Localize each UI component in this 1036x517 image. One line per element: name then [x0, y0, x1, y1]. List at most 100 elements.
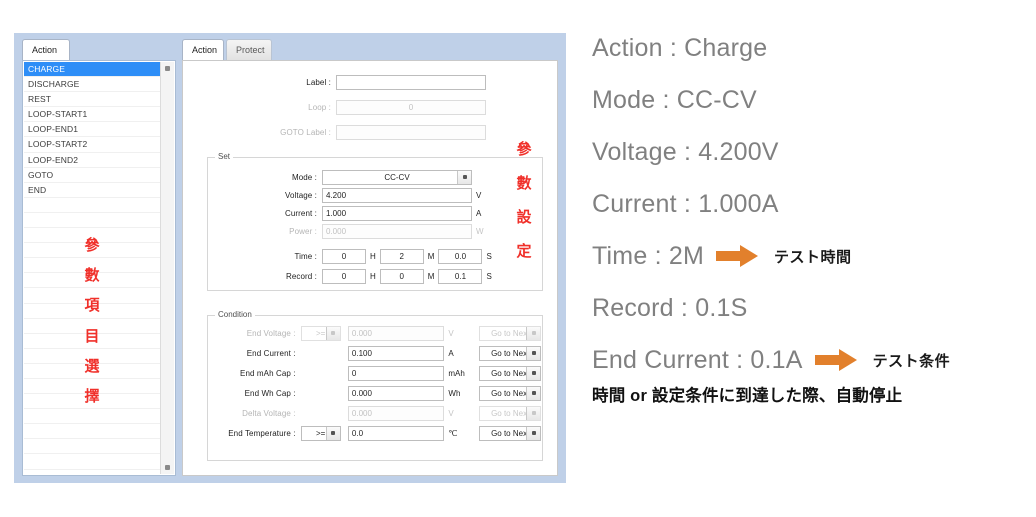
condition-action-dropdown[interactable]: Go to Next — [479, 325, 541, 341]
condition-value-input[interactable]: 0.000 — [347, 405, 445, 421]
label-input[interactable] — [336, 74, 486, 90]
left-tabstrip: Action — [22, 39, 176, 60]
field-row-label: Label : — [243, 74, 553, 90]
list-item[interactable] — [24, 379, 160, 395]
condition-action-dropdown[interactable]: Go to Next — [479, 405, 541, 421]
loop-input[interactable]: 0 — [336, 99, 486, 115]
condition-row: End Temperature : >= 0.0 ℃ Go to Next — [211, 425, 541, 441]
condition-value-input[interactable]: 0.000 — [347, 385, 445, 401]
list-item[interactable] — [24, 198, 160, 213]
chevron-down-icon[interactable] — [325, 426, 340, 440]
condition-row: End Wh Cap : 0.000 Wh Go to Next — [211, 385, 541, 401]
action-list-scrollbar[interactable] — [160, 62, 174, 474]
list-item[interactable] — [24, 273, 160, 289]
list-item[interactable] — [24, 334, 160, 349]
right-arrow-icon — [716, 245, 758, 267]
list-item[interactable] — [24, 288, 160, 304]
goto-label-input[interactable] — [336, 124, 486, 140]
note-text: Voltage : 4.200V — [592, 137, 779, 166]
time-hours-unit: H — [370, 251, 376, 261]
condition-action-dropdown[interactable]: Go to Next — [479, 385, 541, 401]
action-listbox[interactable]: CHARGE DISCHARGE REST LOOP-START1 LOOP-END1 L… — [22, 60, 176, 476]
scroll-down-icon[interactable] — [161, 461, 174, 474]
annotation-char: 數 — [516, 175, 532, 192]
note-line: Action : Charge — [592, 22, 1032, 74]
list-item[interactable] — [24, 349, 160, 364]
list-item-loop-start2[interactable]: LOOP-START2 — [24, 137, 160, 153]
tab-action[interactable]: Action — [182, 39, 224, 60]
condition-operator-dropdown[interactable]: >= — [300, 325, 341, 341]
power-input[interactable]: 0.000 — [322, 223, 472, 239]
condition-action-dropdown[interactable]: Go to Next — [479, 365, 541, 381]
list-item[interactable] — [24, 364, 160, 379]
list-item-end[interactable]: END — [24, 183, 160, 198]
chevron-down-icon[interactable] — [526, 366, 540, 380]
chevron-down-icon[interactable] — [526, 326, 540, 340]
chevron-down-icon[interactable] — [526, 406, 540, 420]
list-item[interactable] — [24, 228, 160, 244]
label-caption: Label : — [306, 77, 331, 87]
voltage-input[interactable]: 4.200 — [322, 187, 472, 203]
form-body: Label : Loop : 0 GOTO Label : Set Mode :… — [182, 60, 558, 476]
note-text: Current : 1.000A — [592, 189, 779, 218]
tab-action-list[interactable]: Action — [22, 39, 70, 60]
tab-protect[interactable]: Protect — [226, 39, 272, 60]
condition-value-input[interactable]: 0.000 — [347, 325, 445, 341]
list-item[interactable] — [24, 304, 160, 319]
time-minutes-input[interactable]: 2 — [379, 248, 424, 264]
note-text: Time : 2M — [592, 241, 704, 270]
field-row-record: Record : 0 H 0 M 0.1 S — [243, 268, 543, 284]
record-seconds-unit: S — [486, 271, 492, 281]
condition-value-input[interactable]: 0.0 — [347, 425, 445, 441]
action-list-rows[interactable]: CHARGE DISCHARGE REST LOOP-START1 LOOP-END1 L… — [24, 62, 160, 474]
time-hours-input[interactable]: 0 — [322, 248, 366, 264]
chevron-down-icon[interactable] — [526, 386, 540, 400]
condition-operator-slot: >= — [300, 325, 343, 341]
mode-caption: Mode : — [291, 172, 317, 182]
condition-value-input[interactable]: 0.100 — [347, 345, 445, 361]
time-seconds-unit: S — [486, 251, 492, 261]
chevron-down-icon[interactable] — [526, 346, 540, 360]
list-item-loop-end2[interactable]: LOOP-END2 — [24, 153, 160, 168]
current-input[interactable]: 1.000 — [322, 205, 472, 221]
list-item-loop-start1[interactable]: LOOP-START1 — [24, 107, 160, 123]
record-seconds-input[interactable]: 0.1 — [438, 268, 483, 284]
note-annotation-jp: テスト時間 — [774, 248, 852, 266]
list-item-rest[interactable]: REST — [24, 92, 160, 108]
list-item-discharge[interactable]: DISCHARGE — [24, 77, 160, 93]
annotation-footer: 時間 or 設定条件に到達した際、自動停止 — [592, 387, 903, 405]
action-list-pane: Action CHARGE DISCHARGE REST LOOP-START1 LOO… — [22, 39, 176, 476]
chevron-down-icon[interactable] — [457, 170, 471, 184]
list-item[interactable] — [24, 454, 160, 470]
voltage-unit: V — [476, 190, 482, 200]
list-item[interactable] — [24, 213, 160, 229]
scroll-up-icon[interactable] — [161, 62, 174, 75]
note-text: Mode : CC-CV — [592, 85, 757, 114]
condition-label: End Wh Cap : — [244, 388, 296, 398]
list-item[interactable] — [24, 424, 160, 440]
list-item[interactable] — [24, 439, 160, 455]
note-text: Action : Charge — [592, 33, 768, 62]
mode-dropdown[interactable]: CC-CV — [322, 169, 472, 185]
condition-row: Delta Voltage : 0.000 V Go to Next — [211, 405, 541, 421]
condition-label: End mAh Cap : — [240, 368, 296, 378]
chevron-down-icon[interactable] — [325, 326, 340, 340]
field-row-time: Time : 0 H 2 M 0.0 S — [243, 248, 543, 264]
list-item[interactable] — [24, 394, 160, 410]
list-item[interactable] — [24, 409, 160, 425]
list-item-charge[interactable]: CHARGE — [24, 62, 160, 78]
list-item[interactable] — [24, 258, 160, 274]
condition-action-dropdown[interactable]: Go to Next — [479, 345, 541, 361]
list-item-goto[interactable]: GOTO — [24, 168, 160, 183]
condition-operator-dropdown[interactable]: >= — [300, 425, 341, 441]
mode-value: CC-CV — [384, 172, 410, 182]
record-minutes-input[interactable]: 0 — [379, 268, 424, 284]
record-hours-input[interactable]: 0 — [322, 268, 366, 284]
list-item[interactable] — [24, 319, 160, 334]
condition-action-dropdown[interactable]: Go to Next — [479, 425, 541, 441]
list-item[interactable] — [24, 243, 160, 259]
time-seconds-input[interactable]: 0.0 — [438, 248, 483, 264]
list-item-loop-end1[interactable]: LOOP-END1 — [24, 122, 160, 138]
condition-value-input[interactable]: 0 — [347, 365, 445, 381]
chevron-down-icon[interactable] — [526, 426, 540, 440]
